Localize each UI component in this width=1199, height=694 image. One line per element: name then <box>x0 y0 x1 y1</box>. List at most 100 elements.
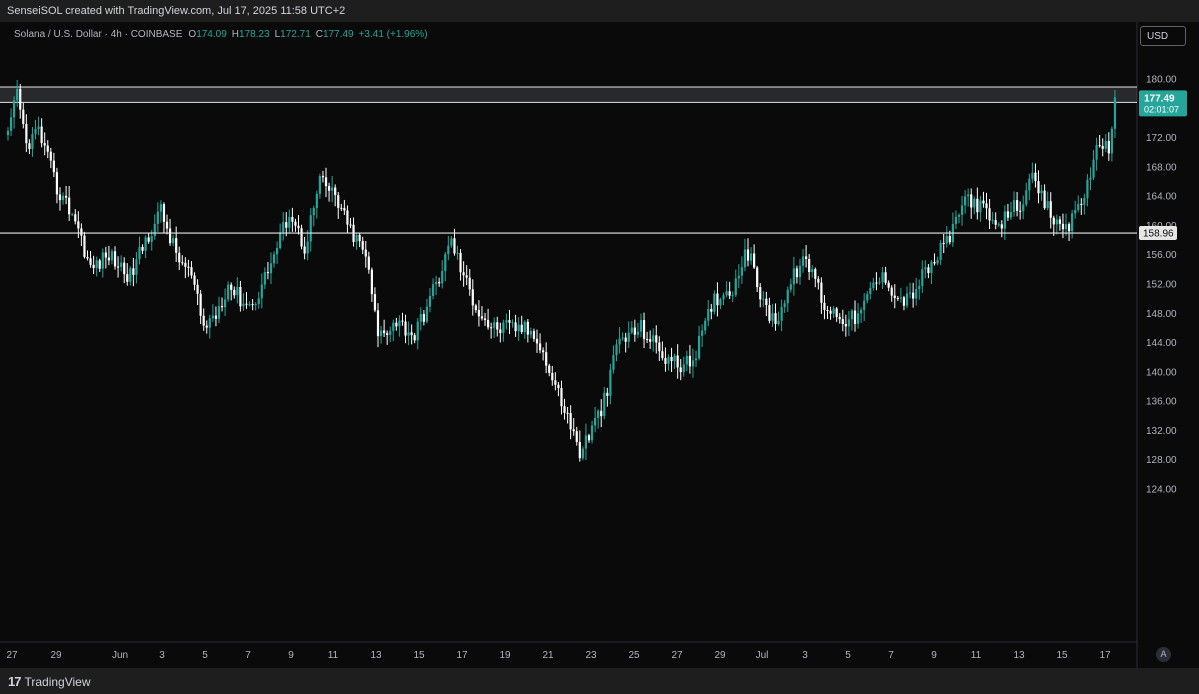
candle-body <box>398 320 401 327</box>
candle-body <box>181 262 184 264</box>
candle-body <box>205 325 208 328</box>
time-tick-label: 19 <box>499 650 511 661</box>
candle-body <box>832 308 835 314</box>
price-tick-label: 124.00 <box>1146 485 1177 496</box>
candle-body <box>960 205 964 215</box>
candle-body <box>404 321 407 336</box>
candle-body <box>967 194 970 197</box>
candle-body <box>1034 172 1037 182</box>
candle-body <box>756 267 759 288</box>
candle-body <box>334 187 337 196</box>
time-tick-label: 17 <box>1099 650 1111 661</box>
candle-body <box>985 203 988 209</box>
candle-body <box>976 198 979 213</box>
candle-body <box>282 222 285 233</box>
currency-button[interactable]: USD <box>1140 26 1186 46</box>
candle-body <box>1061 223 1065 230</box>
candle-body <box>612 355 615 370</box>
candle-body <box>453 238 456 254</box>
candle-body <box>697 335 701 359</box>
candlestick-chart[interactable]: 124.00 128.00 132.00 136.00 140.00 144.00 148.… <box>0 22 1199 668</box>
candle-body <box>673 355 676 362</box>
candle-body <box>771 313 774 321</box>
candle-body <box>786 289 789 304</box>
candle-body <box>520 324 523 333</box>
candle-body <box>419 314 422 322</box>
candle-body <box>615 344 618 356</box>
legend-low-value: 172.71 <box>280 29 311 40</box>
candle-body <box>844 324 847 327</box>
candle-body <box>716 293 719 306</box>
chart-area[interactable]: 124.00 128.00 132.00 136.00 140.00 144.00 148.… <box>0 22 1199 668</box>
time-tick-label: 9 <box>288 650 294 661</box>
candle-body <box>43 143 46 146</box>
candle-body <box>1092 159 1095 178</box>
candle-body <box>266 272 270 274</box>
candle-body <box>441 271 444 284</box>
candle-body <box>1110 128 1113 154</box>
header-bar: SenseiSOL created with TradingView.com, … <box>0 0 1199 22</box>
candle-body <box>566 412 569 414</box>
candle-body <box>887 282 890 288</box>
tradingview-logo-icon: 17 <box>8 674 22 689</box>
candle-body <box>150 236 153 242</box>
tradingview-logo[interactable]: 17 TradingView <box>8 674 91 689</box>
candle-body <box>208 318 211 328</box>
candle-body <box>92 264 95 269</box>
candle-body <box>731 295 734 297</box>
candle-body <box>1052 217 1055 225</box>
candle-body <box>792 268 795 285</box>
candle-body <box>358 234 361 242</box>
candle-body <box>817 278 820 283</box>
time-tick-label: 9 <box>931 650 937 661</box>
candle-body <box>401 320 404 322</box>
price-axis[interactable]: 124.00 128.00 132.00 136.00 140.00 144.00 148.… <box>1146 75 1177 496</box>
legend-close-value: 177.49 <box>323 29 354 40</box>
auto-scale-button[interactable]: A <box>1156 647 1171 662</box>
candle-body <box>997 224 1000 226</box>
last-price-value: 177.49 <box>1144 93 1175 104</box>
candle-body <box>915 289 918 299</box>
candle-body <box>227 284 230 300</box>
candle-body <box>462 272 465 276</box>
candle-body <box>61 195 65 201</box>
candle-body <box>68 197 71 215</box>
candle-body <box>973 198 976 208</box>
candle-body <box>826 309 829 311</box>
resistance-zone[interactable] <box>0 86 1137 103</box>
time-tick-label: 11 <box>971 650 982 661</box>
candle-body <box>905 293 909 306</box>
candle-body <box>912 292 915 299</box>
symbol-legend: Solana / U.S. Dollar · 4h · COINBASE O 17… <box>14 29 428 40</box>
candle-body <box>104 252 107 258</box>
candle-body <box>251 304 254 306</box>
candle-body <box>823 302 826 310</box>
candle-body <box>383 330 386 334</box>
candle-body <box>190 267 193 276</box>
candle-body <box>389 330 392 335</box>
candle-body <box>737 275 740 279</box>
candle-body <box>707 308 710 321</box>
candle-body <box>749 253 753 261</box>
candle-body <box>499 329 502 333</box>
candle-body <box>465 275 468 278</box>
candle-body <box>1028 178 1031 191</box>
candle-body <box>1074 209 1077 214</box>
candle-body <box>1064 224 1068 230</box>
candle-body <box>759 287 762 300</box>
candle-body <box>346 210 349 225</box>
candle-body <box>422 314 425 322</box>
candle-body <box>220 306 224 308</box>
time-tick-label: 3 <box>159 650 165 661</box>
candle-body <box>1025 190 1028 205</box>
candle-body <box>373 294 377 311</box>
resistance-zone-box[interactable] <box>0 87 1137 103</box>
candle-body <box>866 294 869 301</box>
candle-body <box>581 448 584 459</box>
candle-body <box>1080 203 1083 205</box>
legend-open-label: O <box>188 29 197 40</box>
candle-body <box>728 291 731 296</box>
candle-body <box>930 262 933 274</box>
candle-body <box>511 322 514 324</box>
candle-body <box>168 228 172 244</box>
